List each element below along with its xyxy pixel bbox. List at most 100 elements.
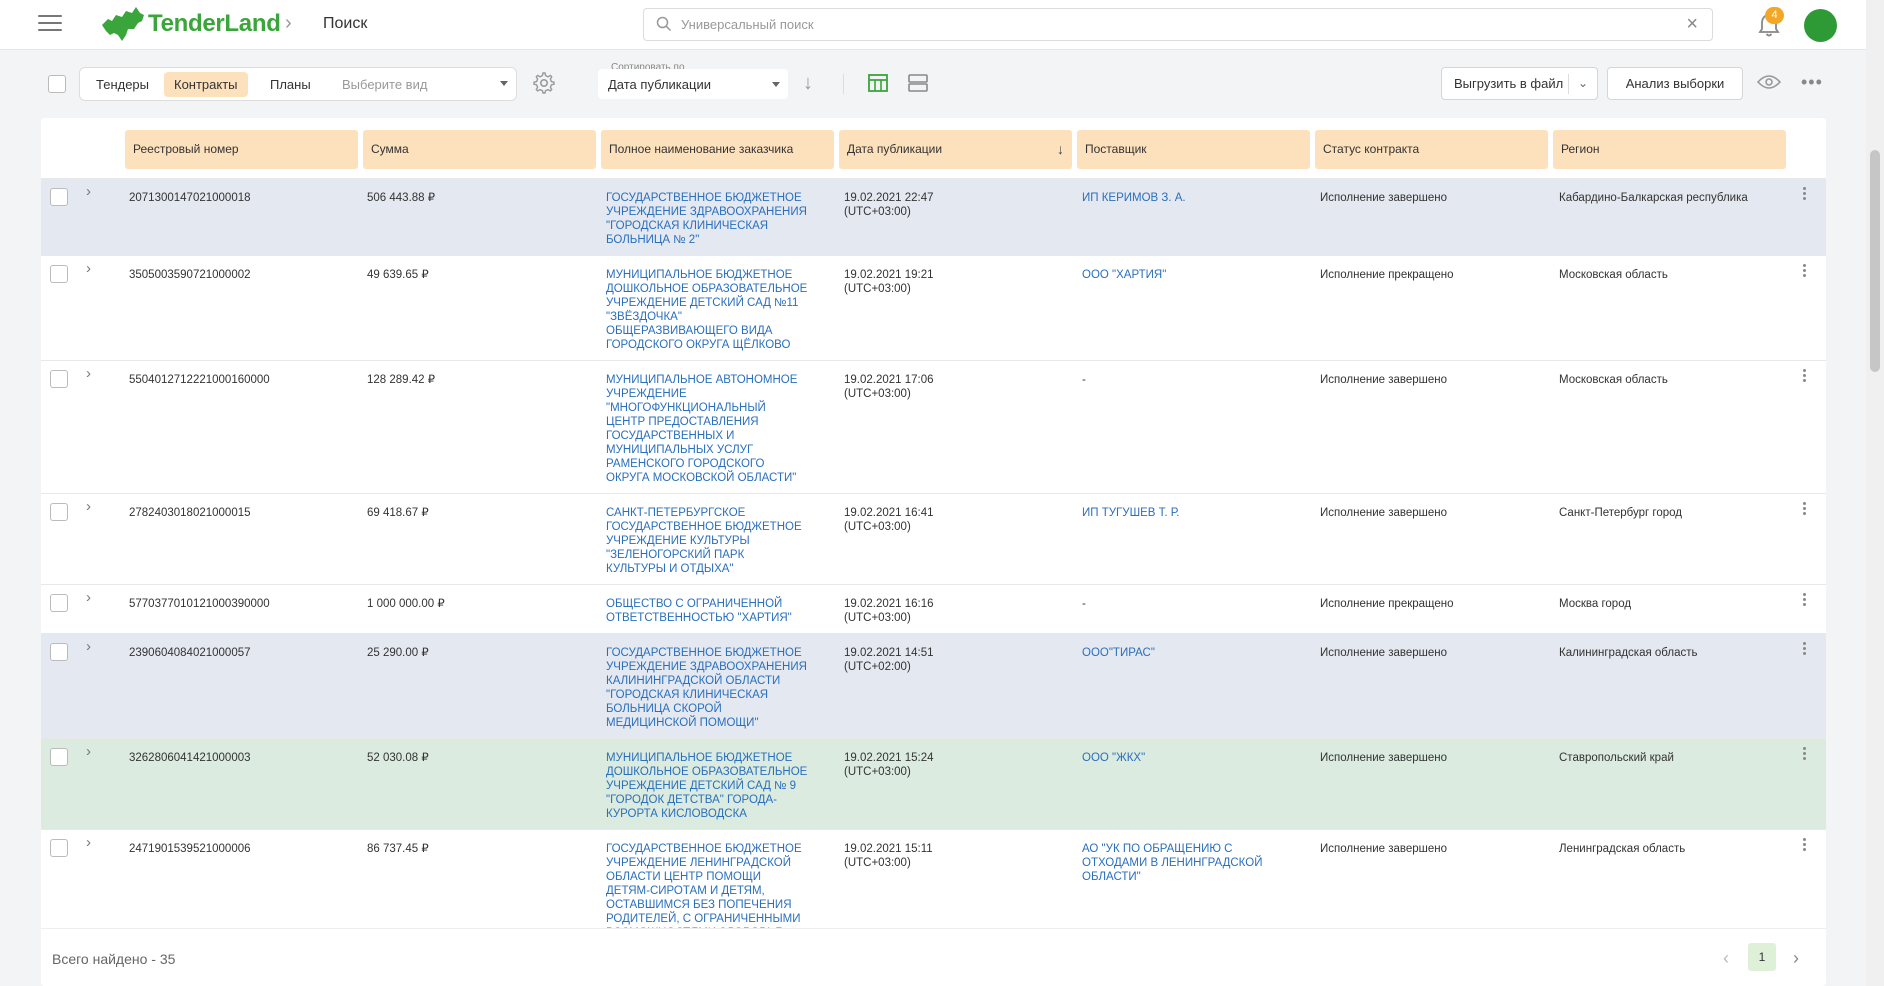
customer-line: САНКТ-ПЕТЕРБУРГСКОЕ xyxy=(606,507,746,519)
customer-line: МУНИЦИПАЛЬНОЕ БЮДЖЕТНОЕ xyxy=(606,752,793,764)
table-header: Реестровый номер Сумма Полное наименован… xyxy=(41,118,1826,178)
close-icon[interactable]: × xyxy=(1686,13,1698,36)
row-checkbox[interactable] xyxy=(50,643,68,661)
chevron-right-icon[interactable]: › xyxy=(86,365,91,382)
page-scrollbar[interactable] xyxy=(1866,0,1884,986)
table-row[interactable]: › 5770377010121000390000 1 000 000.00 ₽ ОБЩ… xyxy=(41,584,1826,633)
kebab-menu-icon[interactable] xyxy=(1803,264,1806,279)
timezone-value: (UTC+03:00) xyxy=(844,521,911,533)
tab-contracts[interactable]: Контракты xyxy=(164,72,248,97)
eye-icon[interactable] xyxy=(1757,74,1781,90)
row-checkbox[interactable] xyxy=(50,370,68,388)
kebab-menu-icon[interactable] xyxy=(1803,642,1806,657)
customer-link[interactable]: ГОСУДАРСТВЕННОЕ БЮДЖЕТНОЕ УЧРЕЖДЕНИЕ ЗДРА… xyxy=(606,191,807,247)
customer-link[interactable]: ГОСУДАРСТВЕННОЕ БЮДЖЕТНОЕ УЧРЕЖДЕНИЕ ЗДРА… xyxy=(606,646,807,730)
results-table: Реестровый номер Сумма Полное наименован… xyxy=(41,118,1826,986)
tab-tenders[interactable]: Тендеры xyxy=(86,72,159,97)
table-row[interactable]: › 3262806041421000003 52 030.08 ₽ МУНИЦИПАЛ… xyxy=(41,738,1826,829)
tab-plans[interactable]: Планы xyxy=(260,72,321,97)
kebab-menu-icon[interactable] xyxy=(1803,502,1806,517)
supplier-link[interactable]: ООО "ЖКХ" xyxy=(1082,751,1145,765)
chevron-right-icon[interactable]: › xyxy=(86,183,91,200)
kebab-menu-icon[interactable] xyxy=(1803,747,1806,762)
supplier-link[interactable]: АО "УК ПО ОБРАЩЕНИЮ С ОТХОДАМИ В ЛЕНИНГРА… xyxy=(1082,842,1262,884)
kebab-menu-icon[interactable] xyxy=(1803,838,1806,853)
table-row[interactable]: › 3505003590721000002 49 639.65 ₽ МУНИЦИПАЛ… xyxy=(41,255,1826,360)
chevron-right-icon[interactable]: › xyxy=(86,834,91,851)
column-status[interactable]: Статус контракта xyxy=(1315,130,1548,169)
avatar[interactable] xyxy=(1804,9,1837,42)
view-select[interactable]: Выберите вид xyxy=(342,77,427,92)
customer-line: ГОСУДАРСТВЕННОЕ БЮДЖЕТНОЕ xyxy=(606,192,802,204)
more-icon[interactable]: ••• xyxy=(1801,72,1823,93)
row-checkbox[interactable] xyxy=(50,503,68,521)
type-switcher: Тендеры Контракты Планы Выберите вид xyxy=(79,67,517,101)
supplier-link[interactable]: ООО"ТИРАС" xyxy=(1082,646,1155,660)
kebab-menu-icon[interactable] xyxy=(1803,187,1806,202)
column-publication-date[interactable]: Дата публикации ↓ xyxy=(839,130,1072,169)
customer-link[interactable]: МУНИЦИПАЛЬНОЕ БЮДЖЕТНОЕ ДОШКОЛЬНОЕ ОБРАЗО… xyxy=(606,751,807,821)
sort-direction-icon[interactable]: ↓ xyxy=(803,72,813,95)
export-button[interactable]: Выгрузить в файл ⌄ xyxy=(1441,67,1598,100)
chevron-down-icon[interactable] xyxy=(500,81,508,86)
customer-link[interactable]: ОБЩЕСТВО С ОГРАНИЧЕННОЙ ОТВЕТСТВЕННОСТЬЮ … xyxy=(606,597,792,625)
table-row[interactable]: › 2471901539521000006 86 737.45 ₽ ГОСУДАРСТ… xyxy=(41,829,1826,928)
column-sum[interactable]: Сумма xyxy=(363,130,596,169)
row-checkbox[interactable] xyxy=(50,594,68,612)
table-row[interactable]: › 2071300147021000018 506 443.88 ₽ ГОСУДАРС… xyxy=(41,178,1826,255)
customer-line: УЧРЕЖДЕНИЕ ДЕТСКИЙ САД № 9 xyxy=(606,780,797,792)
row-checkbox[interactable] xyxy=(50,265,68,283)
column-registry-number[interactable]: Реестровый номер xyxy=(125,130,358,169)
customer-line: КАЛИНИНГРАДСКОЙ ОБЛАСТИ xyxy=(606,675,781,687)
timezone-value: (UTC+03:00) xyxy=(844,612,911,624)
contract-sum: 128 289.42 ₽ xyxy=(367,374,436,386)
date-value: 19.02.2021 22:47 xyxy=(844,192,934,204)
column-customer[interactable]: Полное наименование заказчика xyxy=(601,130,834,169)
customer-link[interactable]: САНКТ-ПЕТЕРБУРГСКОЕ ГОСУДАРСТВЕННОЕ БЮДЖЕ… xyxy=(606,506,802,576)
chevron-down-icon[interactable]: ⌄ xyxy=(1578,68,1588,99)
supplier-link[interactable]: ИП КЕРИМОВ З. А. xyxy=(1082,191,1186,205)
chevron-right-icon[interactable]: › xyxy=(86,589,91,606)
column-region[interactable]: Регион xyxy=(1553,130,1786,169)
notification-badge: 4 xyxy=(1765,7,1784,24)
gear-icon[interactable] xyxy=(533,72,555,94)
customer-link[interactable]: МУНИЦИПАЛЬНОЕ АВТОНОМНОЕ УЧРЕЖДЕНИЕ "МНОГО… xyxy=(606,373,797,485)
next-page-icon[interactable]: › xyxy=(1793,948,1799,969)
menu-icon[interactable] xyxy=(38,15,62,33)
card-view-icon[interactable] xyxy=(907,72,929,94)
customer-link[interactable]: МУНИЦИПАЛЬНОЕ БЮДЖЕТНОЕ ДОШКОЛЬНОЕ ОБРАЗО… xyxy=(606,268,807,352)
chevron-right-icon[interactable]: › xyxy=(86,743,91,760)
scrollbar-thumb[interactable] xyxy=(1870,150,1880,372)
customer-line: "ГОРОДОК ДЕТСТВА" ГОРОДА- xyxy=(606,794,777,806)
customer-link[interactable]: ГОСУДАРСТВЕННОЕ БЮДЖЕТНОЕ УЧРЕЖДЕНИЕ ЛЕНИ… xyxy=(606,842,802,928)
chevron-right-icon[interactable]: › xyxy=(86,498,91,515)
table-row[interactable]: › 2782403018021000015 69 418.67 ₽ САНКТ-ПЕТ… xyxy=(41,493,1826,584)
select-all-checkbox[interactable] xyxy=(48,75,66,93)
supplier-link[interactable]: ООО "ХАРТИЯ" xyxy=(1082,268,1166,282)
column-supplier[interactable]: Поставщик xyxy=(1077,130,1310,169)
table-row[interactable]: › 5504012712221000160000 128 289.42 ₽ МУНИЦ… xyxy=(41,360,1826,493)
row-checkbox[interactable] xyxy=(50,188,68,206)
row-checkbox[interactable] xyxy=(50,748,68,766)
table-row[interactable]: › 2390604084021000057 25 290.00 ₽ ГОСУДАРСТ… xyxy=(41,633,1826,738)
date-value: 19.02.2021 16:16 xyxy=(844,598,934,610)
chevron-right-icon[interactable]: › xyxy=(86,638,91,655)
kebab-menu-icon[interactable] xyxy=(1803,369,1806,384)
row-checkbox[interactable] xyxy=(50,839,68,857)
sort-select[interactable]: Дата публикации xyxy=(598,69,788,99)
chevron-right-icon[interactable]: › xyxy=(86,260,91,277)
customer-line: УЧРЕЖДЕНИЕ xyxy=(606,388,687,400)
supplier-link[interactable]: ИП ТУГУШЕВ Т. Р. xyxy=(1082,506,1180,520)
breadcrumb[interactable]: Поиск xyxy=(323,15,367,33)
registry-number: 5770377010121000390000 xyxy=(129,598,270,610)
search-input[interactable]: Универсальный поиск × xyxy=(643,8,1713,41)
logo[interactable]: TenderLand xyxy=(100,5,281,43)
table-view-icon[interactable] xyxy=(867,72,889,94)
region: Калининградская область xyxy=(1559,647,1698,659)
page-number[interactable]: 1 xyxy=(1748,943,1776,971)
analysis-button[interactable]: Анализ выборки xyxy=(1607,67,1743,100)
prev-page-icon[interactable]: ‹ xyxy=(1723,948,1729,969)
kebab-menu-icon[interactable] xyxy=(1803,593,1806,608)
divider xyxy=(843,74,844,94)
timezone-value: (UTC+03:00) xyxy=(844,857,911,869)
